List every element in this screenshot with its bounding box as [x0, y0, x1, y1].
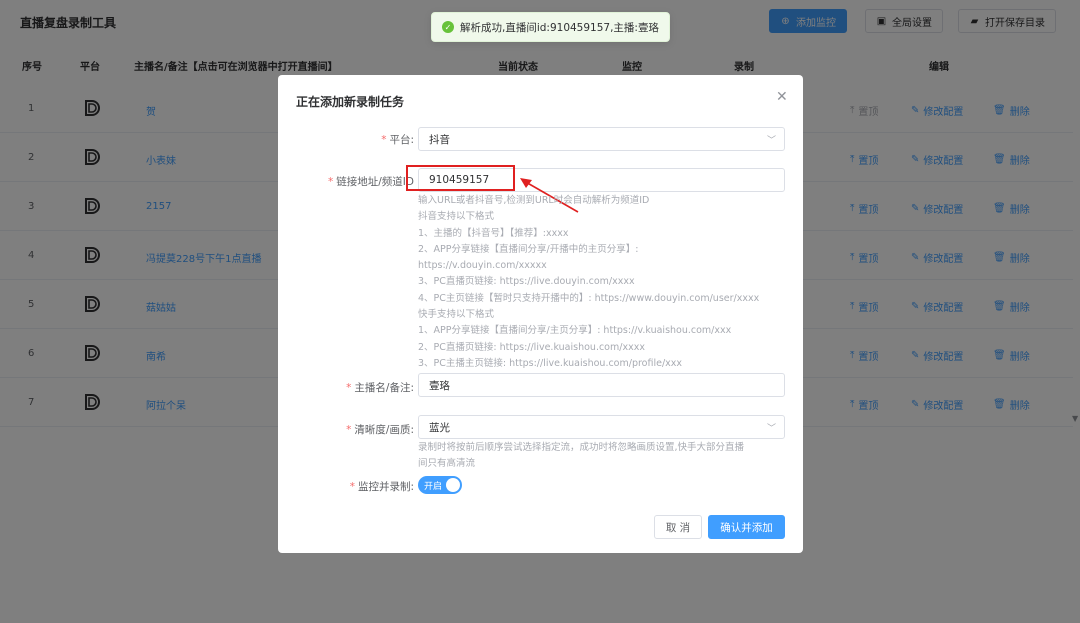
monitor-toggle[interactable]: 开启 [418, 476, 462, 494]
hint-line: 2、APP分享链接【直播间分享/开播中的主页分享】: [418, 243, 639, 255]
cancel-button[interactable]: 取 消 [654, 515, 702, 539]
url-label: * 链接地址/频道ID [328, 176, 414, 188]
platform-label: * 平台: [381, 134, 414, 146]
chevron-down-icon: ﹀ [766, 424, 776, 434]
hint-line: 4、PC主页链接【暂时只支持开播中的】: https://www.douyin.… [418, 292, 760, 304]
platform-select[interactable]: 抖音 ﹀ [418, 127, 785, 151]
add-task-dialog: 正在添加新录制任务 ✕ * 平台: 抖音 ﹀ * 链接地址/频道ID 9104591… [278, 75, 803, 553]
confirm-add-button[interactable]: 确认并添加 [708, 515, 785, 539]
annotation-highlight-box [406, 165, 515, 191]
chevron-down-icon: ﹀ [766, 136, 776, 146]
quality-select[interactable]: 蓝光 ﹀ [418, 415, 785, 439]
hint-line: 1、主播的【抖音号】【推荐】:xxxx [418, 227, 569, 239]
hint-line: 快手支持以下格式 [418, 309, 495, 321]
hint-line: 输入URL或者抖音号,检测到URL时会自动解析为频道ID [418, 195, 650, 206]
close-icon[interactable]: ✕ [776, 89, 788, 105]
dialog-title: 正在添加新录制任务 [296, 95, 405, 109]
hint-line: 抖音支持以下格式 [418, 211, 495, 223]
hint-line: 录制时将按前后顺序尝试选择指定流，成功时将忽略画质设置,快手大部分直播 [418, 442, 745, 453]
anchor-input[interactable]: 壹珞 [418, 373, 785, 397]
hint-line: 3、PC主播主页链接: https://live.kuaishou.com/pr… [418, 357, 683, 369]
monitor-label: * 监控并录制: [349, 481, 414, 493]
hint-line: 3、PC直播页链接: https://live.douyin.com/xxxx [418, 276, 635, 288]
toggle-knob [446, 478, 460, 492]
quality-hint: 录制时将按前后顺序尝试选择指定流，成功时将忽略画质设置,快手大部分直播 间只有高清… [418, 440, 785, 473]
hint-line: 2、PC直播页链接: https://live.kuaishou.com/xxx… [418, 341, 645, 353]
check-circle-icon: ✓ [442, 21, 454, 33]
hint-line: 间只有高清流 [418, 458, 476, 470]
anchor-label: * 主播名/备注: [346, 382, 414, 394]
url-format-hint: 输入URL或者抖音号,检测到URL时会自动解析为频道ID 抖音支持以下格式 1、主播… [418, 193, 785, 372]
quality-label: * 清晰度/画质: [346, 424, 414, 436]
hint-line: https://v.douyin.com/xxxxx [418, 260, 547, 272]
success-toast: ✓ 解析成功,直播间id:910459157,主播:壹珞 [431, 12, 670, 42]
hint-line: 1、APP分享链接【直播间分享/主页分享】: https://v.kuaisho… [418, 325, 732, 337]
